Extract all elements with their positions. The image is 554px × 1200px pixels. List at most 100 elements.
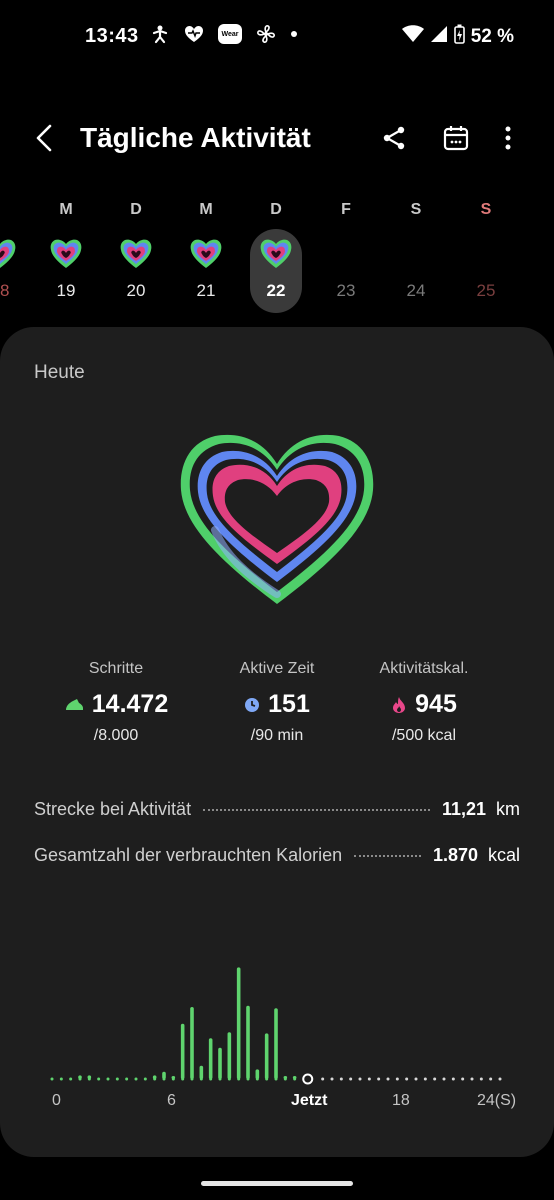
- baseline-dot: [97, 1077, 101, 1081]
- activity-bar: [78, 1075, 82, 1079]
- day-number: 18: [0, 281, 10, 300]
- share-icon: [383, 126, 405, 150]
- baseline-dot: [367, 1077, 371, 1081]
- baseline-dot: [433, 1077, 437, 1081]
- battery-percent: 52 %: [470, 26, 514, 47]
- activity-heart-icon: [190, 239, 222, 268]
- calendar-icon: [443, 126, 469, 151]
- activity-bar: [87, 1075, 92, 1079]
- distance-row: Strecke bei Aktivität 11,21 km: [34, 796, 520, 822]
- day-item[interactable]: D 20: [101, 195, 171, 315]
- day-number: 23: [336, 281, 356, 300]
- steps-value: 14.472: [91, 690, 169, 718]
- status-notification-icons: Wear: [150, 24, 298, 44]
- day-number: 22: [266, 281, 286, 300]
- day-item[interactable]: S 24: [381, 195, 451, 315]
- health-heart-icon: [184, 25, 204, 43]
- activity-bar: [180, 1023, 185, 1079]
- activity-bar: [274, 1008, 278, 1079]
- page-title: Tägliche Aktivität: [80, 122, 311, 153]
- activity-bar: [255, 1069, 260, 1079]
- day-item[interactable]: 18: [0, 195, 35, 315]
- activity-bar: [236, 967, 241, 1079]
- baseline-dot: [125, 1077, 129, 1081]
- baseline-dot: [377, 1077, 381, 1081]
- day-item[interactable]: F 23: [311, 195, 381, 315]
- active-calories-stat: Aktivitätskal. 945 /500 kcal: [349, 660, 499, 745]
- baseline-dot: [321, 1077, 325, 1081]
- activity-bar: [162, 1071, 166, 1079]
- status-system-icons: 52 %: [401, 24, 514, 50]
- day-number: 21: [196, 281, 216, 300]
- day-item-selected[interactable]: D 22: [241, 195, 311, 315]
- x-tick-label-now: Jetzt: [291, 1092, 328, 1109]
- chevron-left-icon: [36, 124, 52, 152]
- clock-icon: [245, 697, 260, 712]
- baseline-dot: [106, 1077, 110, 1081]
- wifi-icon: [401, 25, 424, 49]
- baseline-dot: [50, 1077, 54, 1081]
- day-number: 20: [126, 281, 146, 300]
- active-time-label: Aktive Zeit: [239, 660, 315, 677]
- now-marker: [302, 1073, 314, 1085]
- wear-icon: Wear: [218, 24, 242, 44]
- activity-bar: [246, 1005, 250, 1079]
- distance-label: Strecke bei Aktivität: [34, 798, 192, 819]
- wear-icon-label: Wear: [221, 30, 239, 38]
- baseline-dot: [489, 1077, 493, 1081]
- day-number: 25: [476, 281, 496, 300]
- day-letter: D: [270, 201, 282, 218]
- activity-bar: [152, 1075, 157, 1079]
- more-options-button[interactable]: [492, 122, 524, 154]
- baseline-dot: [143, 1077, 147, 1081]
- battery-icon: [453, 24, 465, 50]
- active-calories-goal: /500 kcal: [391, 727, 457, 744]
- activity-bar: [208, 1038, 213, 1079]
- activity-chart: [50, 967, 502, 1085]
- activity-bar: [218, 1047, 222, 1079]
- shoe-icon: [65, 698, 83, 710]
- dotted-leader: [203, 809, 430, 811]
- distance-unit: km: [496, 798, 520, 819]
- x-tick-label: 24(S): [477, 1092, 517, 1109]
- baseline-dot: [69, 1077, 73, 1081]
- day-item[interactable]: S 25: [451, 195, 521, 315]
- activity-rings-heart: [180, 434, 374, 604]
- baseline-dot: [405, 1077, 409, 1081]
- day-item[interactable]: M 21: [171, 195, 241, 315]
- active-time-stat: Aktive Zeit 151 /90 min: [202, 660, 352, 745]
- more-vertical-icon: [505, 126, 511, 150]
- signal-icon: [430, 25, 448, 49]
- steps-label: Schritte: [88, 660, 144, 677]
- total-calories-value: 1.870: [432, 844, 478, 865]
- x-tick-label: 0: [52, 1092, 61, 1109]
- active-calories-value-row: 945: [349, 690, 499, 719]
- baseline-dot: [395, 1077, 399, 1081]
- back-button[interactable]: [28, 122, 60, 154]
- activity-bar: [264, 1033, 269, 1079]
- active-calories-value: 945: [415, 690, 457, 718]
- activity-heart-icon: [120, 239, 152, 268]
- activity-heart-icon: [260, 239, 292, 268]
- card-date-label: Heute: [34, 362, 85, 383]
- baseline-dot: [414, 1077, 418, 1081]
- share-button[interactable]: [378, 122, 410, 154]
- active-time-value-row: 151: [202, 690, 352, 719]
- activity-bar: [190, 1007, 194, 1079]
- activity-heart-icon: [0, 239, 16, 268]
- steps-value-row: 14.472: [41, 690, 191, 719]
- flame-icon: [393, 696, 406, 713]
- status-bar: 13:43 Wear 52 %: [0, 0, 554, 72]
- baseline-dot: [423, 1077, 427, 1081]
- activity-card: Heute Schritte 14.472 /8.000 Aktive Zeit…: [0, 327, 554, 1157]
- day-item[interactable]: M 19: [31, 195, 101, 315]
- home-indicator[interactable]: [201, 1181, 353, 1186]
- week-selector: 18 M 19 D 20 M 21 D 22 F 23 S 24 S 25: [0, 195, 554, 325]
- calendar-button[interactable]: [440, 122, 472, 154]
- dotted-leader: [354, 855, 421, 857]
- day-letter: F: [341, 201, 351, 218]
- day-letter: S: [480, 201, 492, 218]
- steps-goal: /8.000: [93, 727, 139, 744]
- baseline-dot: [330, 1077, 334, 1081]
- baseline-dot: [442, 1077, 446, 1081]
